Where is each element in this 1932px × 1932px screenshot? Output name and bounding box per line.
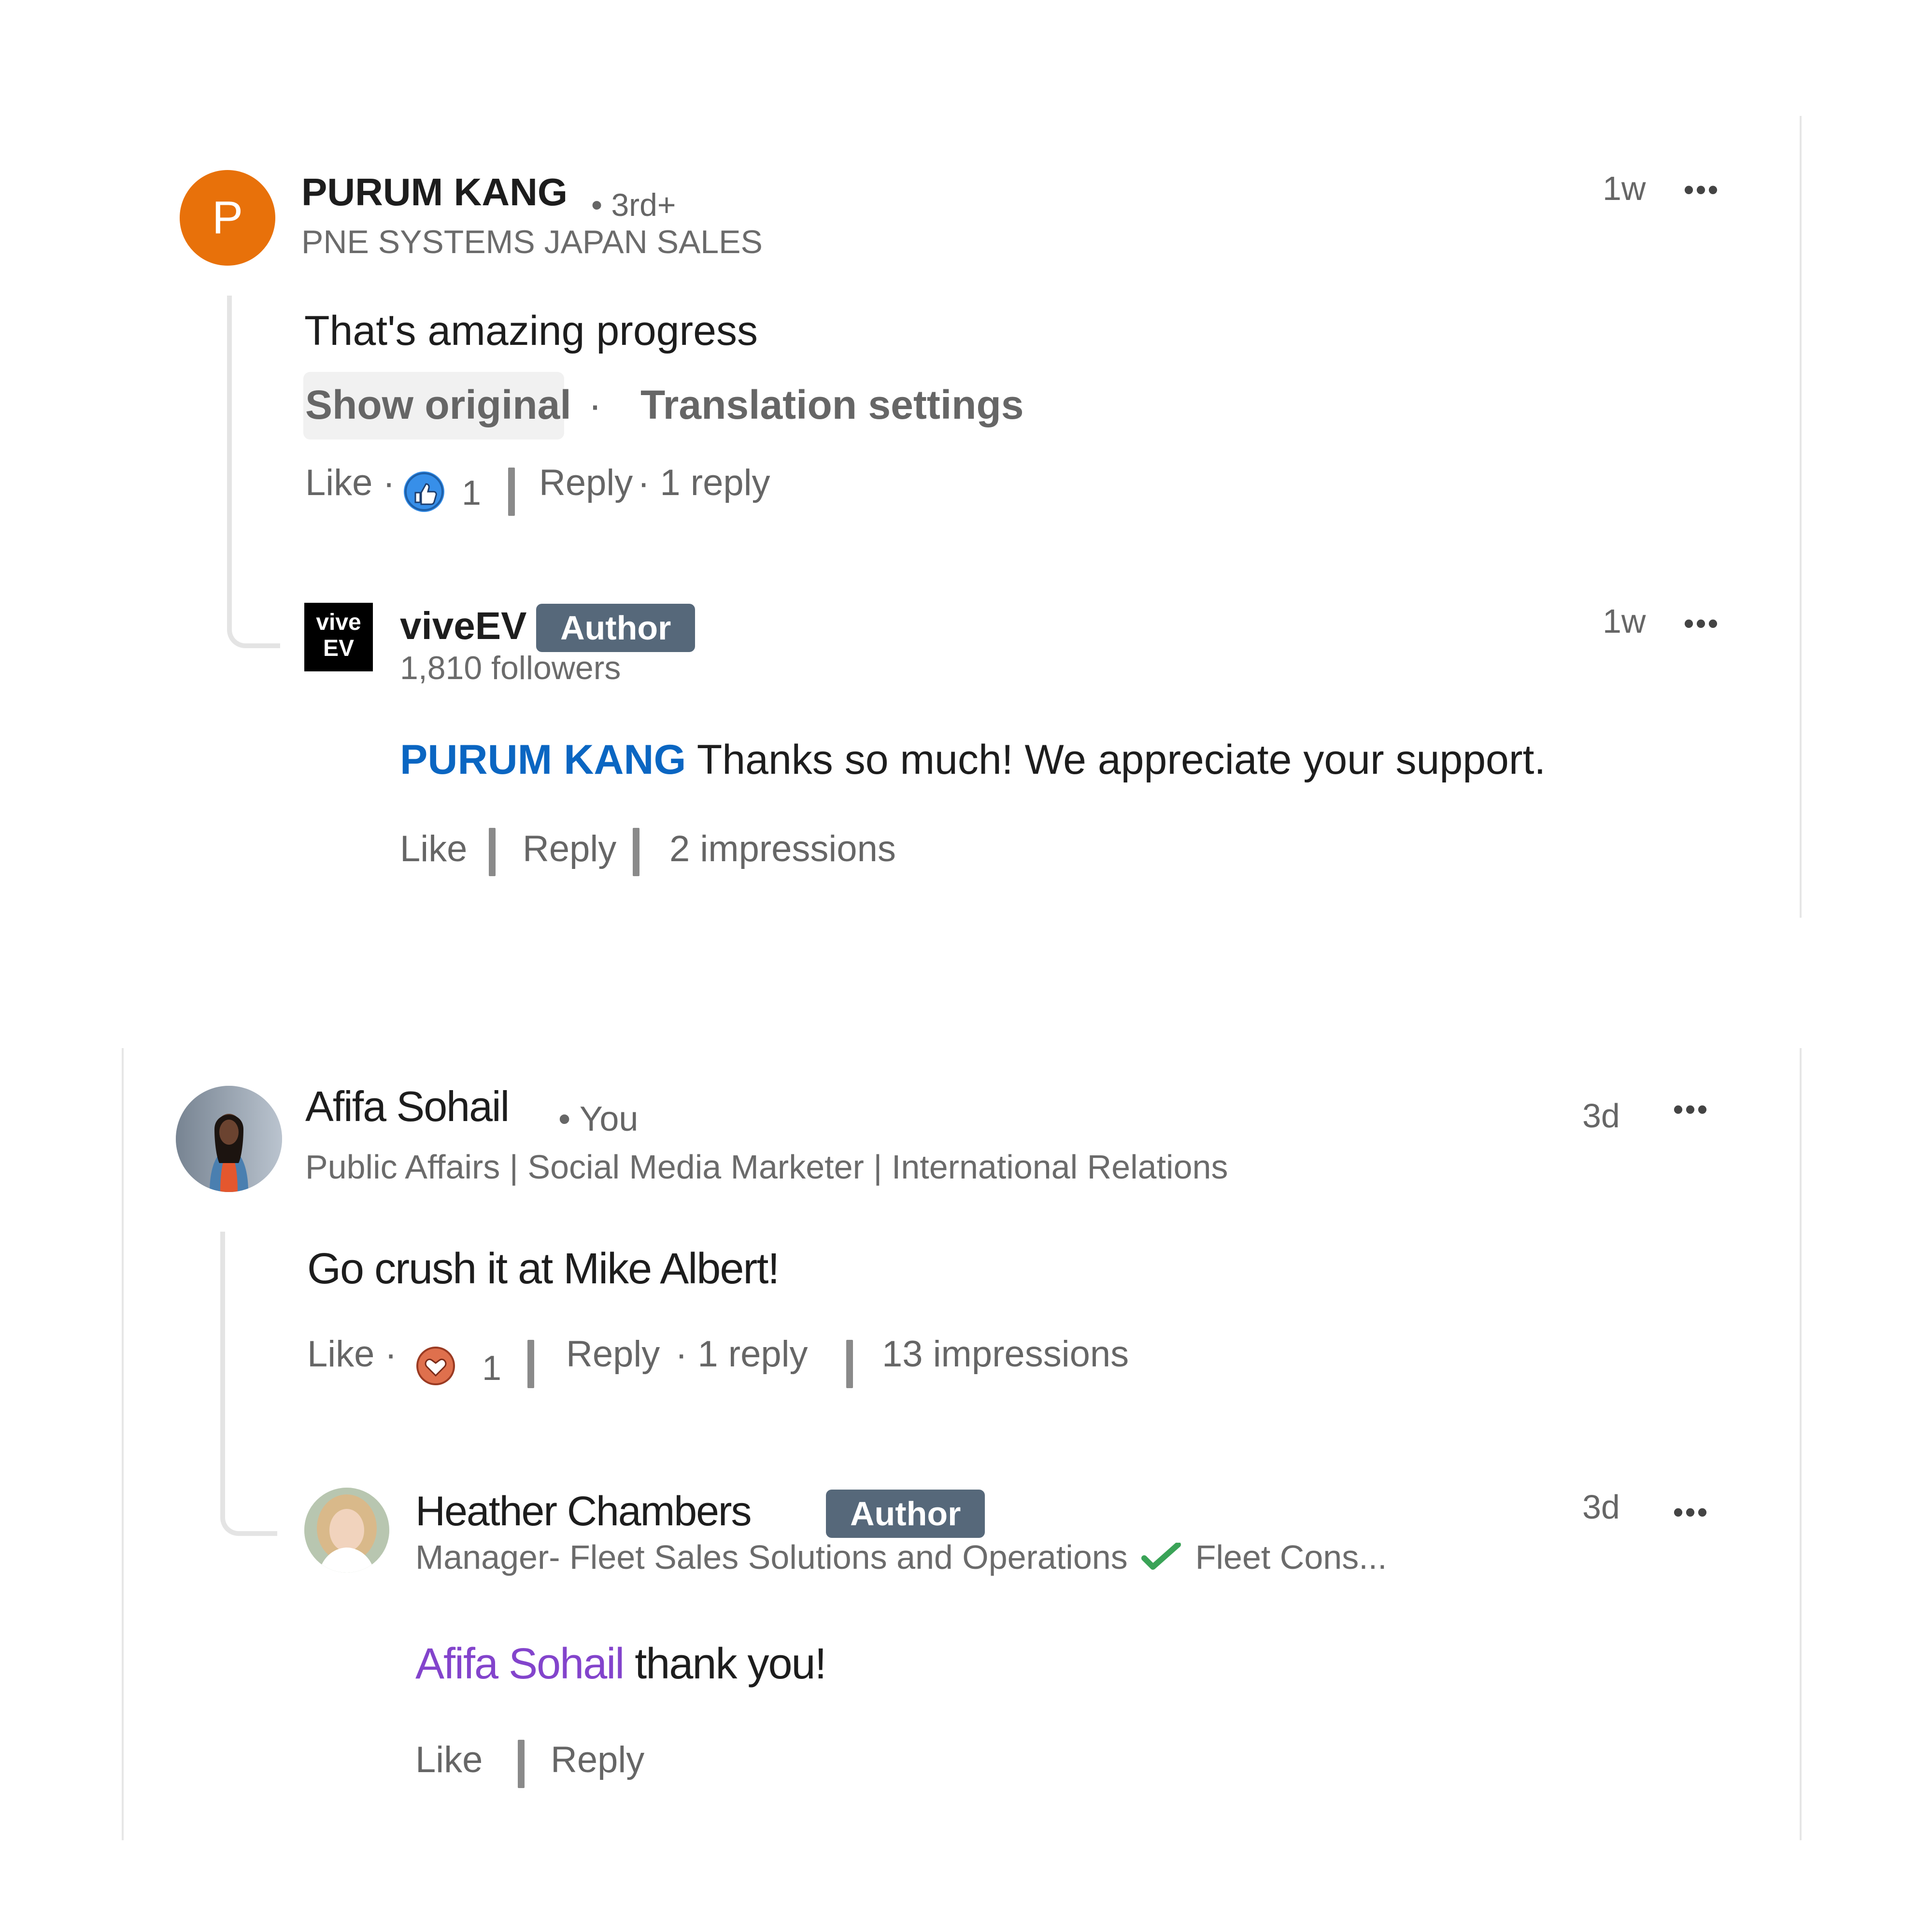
panel-divider-left [122, 1048, 124, 1840]
panel-divider [1800, 116, 1802, 918]
check-icon [1141, 1538, 1182, 1576]
separator-dot: · [588, 382, 602, 427]
action-divider [518, 1740, 525, 1788]
more-options-icon[interactable]: ••• [1673, 1093, 1709, 1126]
commenter-headline: PNE SYSTEMS JAPAN SALES [301, 224, 763, 260]
logo-line-1: vive [316, 610, 361, 635]
more-options-icon[interactable]: ••• [1673, 1495, 1709, 1529]
author-badge: Author [536, 604, 696, 652]
reply-text: PURUM KANG Thanks so much! We appreciate… [400, 736, 1546, 784]
follower-count: 1,810 followers [400, 650, 621, 686]
commenter-name[interactable]: Heather Chambers [415, 1488, 752, 1535]
action-divider [508, 468, 515, 516]
comment-timestamp: 1w [1603, 170, 1646, 207]
commenter-name[interactable]: PURUM KANG [301, 170, 568, 214]
like-button[interactable]: Like [415, 1739, 483, 1781]
comment-text: That's amazing progress [304, 308, 758, 354]
more-options-icon[interactable]: ••• [1684, 607, 1720, 640]
action-divider [633, 828, 639, 876]
replies-link[interactable]: · 1 reply [675, 1333, 808, 1375]
impressions-count[interactable]: 2 impressions [669, 828, 896, 870]
action-divider [527, 1340, 534, 1388]
heart-icon[interactable] [415, 1346, 456, 1386]
company-logo[interactable]: vive EV [304, 603, 373, 671]
reply-message: Thanks so much! We appreciate your suppo… [686, 737, 1546, 783]
like-button[interactable]: Like [400, 828, 467, 870]
avatar[interactable] [176, 1086, 282, 1192]
comment-timestamp: 3d [1582, 1097, 1620, 1135]
show-original-button[interactable]: Show original [305, 382, 571, 428]
avatar[interactable]: P [180, 170, 275, 266]
connection-degree: • You [558, 1100, 639, 1138]
author-badge: Author [826, 1490, 985, 1538]
translation-settings-button[interactable]: Translation settings [640, 382, 1024, 428]
reply-button[interactable]: Reply [539, 462, 633, 504]
reply-button[interactable]: Reply [551, 1739, 644, 1781]
thread-line [227, 296, 280, 648]
commenter-headline: Public Affairs | Social Media Marketer |… [305, 1148, 1228, 1186]
like-button[interactable]: Like · [307, 1333, 397, 1375]
more-options-icon[interactable]: ••• [1684, 173, 1720, 206]
reaction-count[interactable]: 1 [462, 473, 481, 513]
reply-timestamp: 3d [1582, 1488, 1620, 1526]
headline-part-1: Manager- Fleet Sales Solutions and Opera… [415, 1538, 1128, 1576]
panel-divider-right [1800, 1048, 1802, 1840]
impressions-count[interactable]: 13 impressions [882, 1333, 1129, 1375]
mention-link[interactable]: Afifa Sohail [415, 1640, 625, 1688]
connection-degree: • 3rd+ [591, 187, 676, 223]
thumbs-up-icon[interactable] [404, 471, 444, 512]
thread-line [220, 1232, 277, 1536]
avatar[interactable] [304, 1488, 389, 1573]
reply-text: Afifa Sohail thank you! [415, 1639, 827, 1689]
commenter-headline: Manager- Fleet Sales Solutions and Opera… [415, 1538, 1387, 1577]
comment-text: Go crush it at Mike Albert! [307, 1245, 780, 1293]
mention-link[interactable]: PURUM KANG [400, 737, 686, 783]
action-divider [489, 828, 496, 876]
reaction-count[interactable]: 1 [482, 1349, 501, 1388]
logo-line-2: EV [323, 636, 355, 661]
reply-timestamp: 1w [1603, 602, 1646, 640]
action-divider [846, 1340, 853, 1388]
reply-message: thank you! [624, 1640, 826, 1688]
commenter-name[interactable]: viveEV [400, 604, 526, 648]
like-button[interactable]: Like · [305, 462, 395, 504]
reply-button[interactable]: Reply [523, 828, 616, 870]
replies-link[interactable]: · 1 reply [638, 462, 770, 504]
headline-part-2: Fleet Cons... [1195, 1538, 1387, 1576]
commenter-name[interactable]: Afifa Sohail [305, 1082, 510, 1131]
reply-button[interactable]: Reply [566, 1333, 660, 1375]
